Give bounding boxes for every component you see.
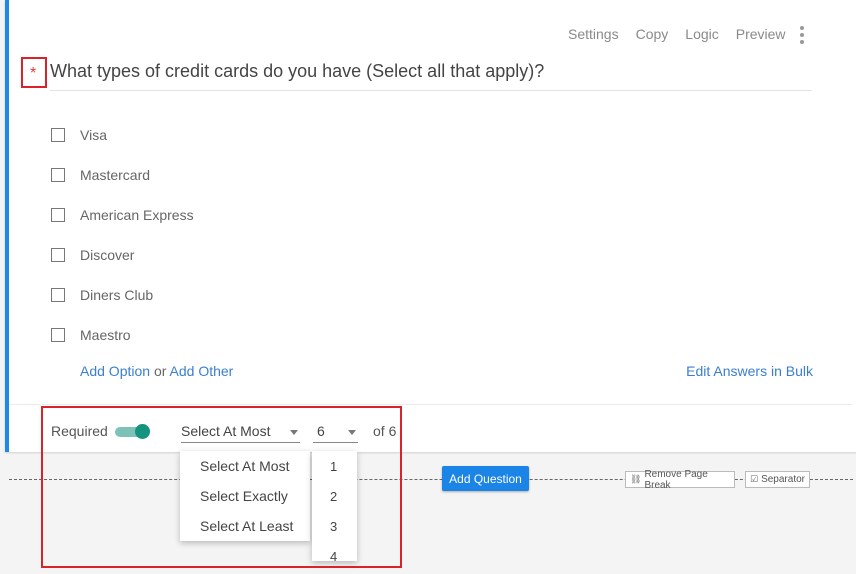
option-mastercard[interactable]: Mastercard: [51, 165, 150, 185]
select-count-value: 6: [317, 423, 325, 439]
required-label: Required: [51, 423, 108, 439]
copy-link[interactable]: Copy: [636, 26, 669, 42]
required-star-icon: *: [30, 65, 37, 82]
count-item-2[interactable]: 2: [330, 489, 337, 504]
checkbox[interactable]: [51, 328, 65, 342]
option-label: Diners Club: [80, 287, 154, 303]
option-label: Maestro: [80, 327, 131, 343]
option-diners-club[interactable]: Diners Club: [51, 285, 153, 305]
of-total-text: of 6: [373, 423, 397, 439]
edit-answers-bulk-link[interactable]: Edit Answers in Bulk: [686, 363, 813, 379]
count-item-1[interactable]: 1: [330, 459, 337, 474]
option-visa[interactable]: Visa: [51, 125, 107, 145]
checkbox[interactable]: [51, 128, 65, 142]
checkbox-icon: ☑: [750, 474, 759, 484]
or-text: or: [153, 363, 167, 379]
toggle-knob[interactable]: [135, 424, 150, 439]
footer-divider: [9, 404, 853, 405]
select-mode-menu: Select At Most Select Exactly Select At …: [180, 451, 310, 541]
option-maestro[interactable]: Maestro: [51, 325, 131, 345]
question-toolbar: Settings Copy Logic Preview: [568, 26, 803, 42]
more-options-icon[interactable]: [799, 26, 805, 46]
title-divider: [50, 90, 812, 91]
separator-button[interactable]: ☑ Separator: [745, 471, 810, 488]
option-label: Discover: [80, 247, 135, 263]
select-mode-value: Select At Most: [181, 423, 271, 439]
logic-link[interactable]: Logic: [685, 26, 718, 42]
chevron-down-icon: [348, 430, 356, 435]
checkbox[interactable]: [51, 208, 65, 222]
required-marker-highlight: *: [21, 57, 47, 88]
settings-link[interactable]: Settings: [568, 26, 619, 42]
unlink-icon: ⛓: [630, 474, 642, 484]
select-count-dropdown[interactable]: 6: [313, 423, 358, 443]
chevron-down-icon: [290, 430, 298, 435]
remove-page-break-button[interactable]: ⛓ Remove Page Break: [625, 468, 735, 491]
checkbox[interactable]: [51, 288, 65, 302]
add-option-row: Add Option or Add Other: [80, 363, 233, 379]
select-mode-dropdown[interactable]: Select At Most: [181, 423, 300, 443]
option-label: American Express: [80, 207, 194, 223]
checkbox[interactable]: [51, 248, 65, 262]
remove-page-break-label: Remove Page Break: [644, 468, 708, 491]
question-title[interactable]: What types of credit cards do you have (…: [50, 61, 544, 82]
count-item-4[interactable]: 4: [330, 549, 337, 561]
option-label: Visa: [80, 127, 107, 143]
select-count-menu: 1 2 3 4: [312, 451, 357, 561]
add-other-link[interactable]: Add Other: [170, 363, 234, 379]
add-option-link[interactable]: Add Option: [80, 363, 150, 379]
option-american-express[interactable]: American Express: [51, 205, 194, 225]
menu-item-select-at-most[interactable]: Select At Most: [200, 458, 289, 474]
count-item-3[interactable]: 3: [330, 519, 337, 534]
separator-label: Separator: [761, 474, 805, 485]
option-discover[interactable]: Discover: [51, 245, 134, 265]
option-label: Mastercard: [80, 167, 151, 183]
required-toggle[interactable]: [115, 424, 150, 439]
menu-item-select-at-least[interactable]: Select At Least: [200, 518, 293, 534]
checkbox[interactable]: [51, 168, 65, 182]
preview-link[interactable]: Preview: [736, 26, 786, 42]
add-question-button[interactable]: Add Question: [442, 466, 529, 491]
menu-item-select-exactly[interactable]: Select Exactly: [200, 488, 288, 504]
